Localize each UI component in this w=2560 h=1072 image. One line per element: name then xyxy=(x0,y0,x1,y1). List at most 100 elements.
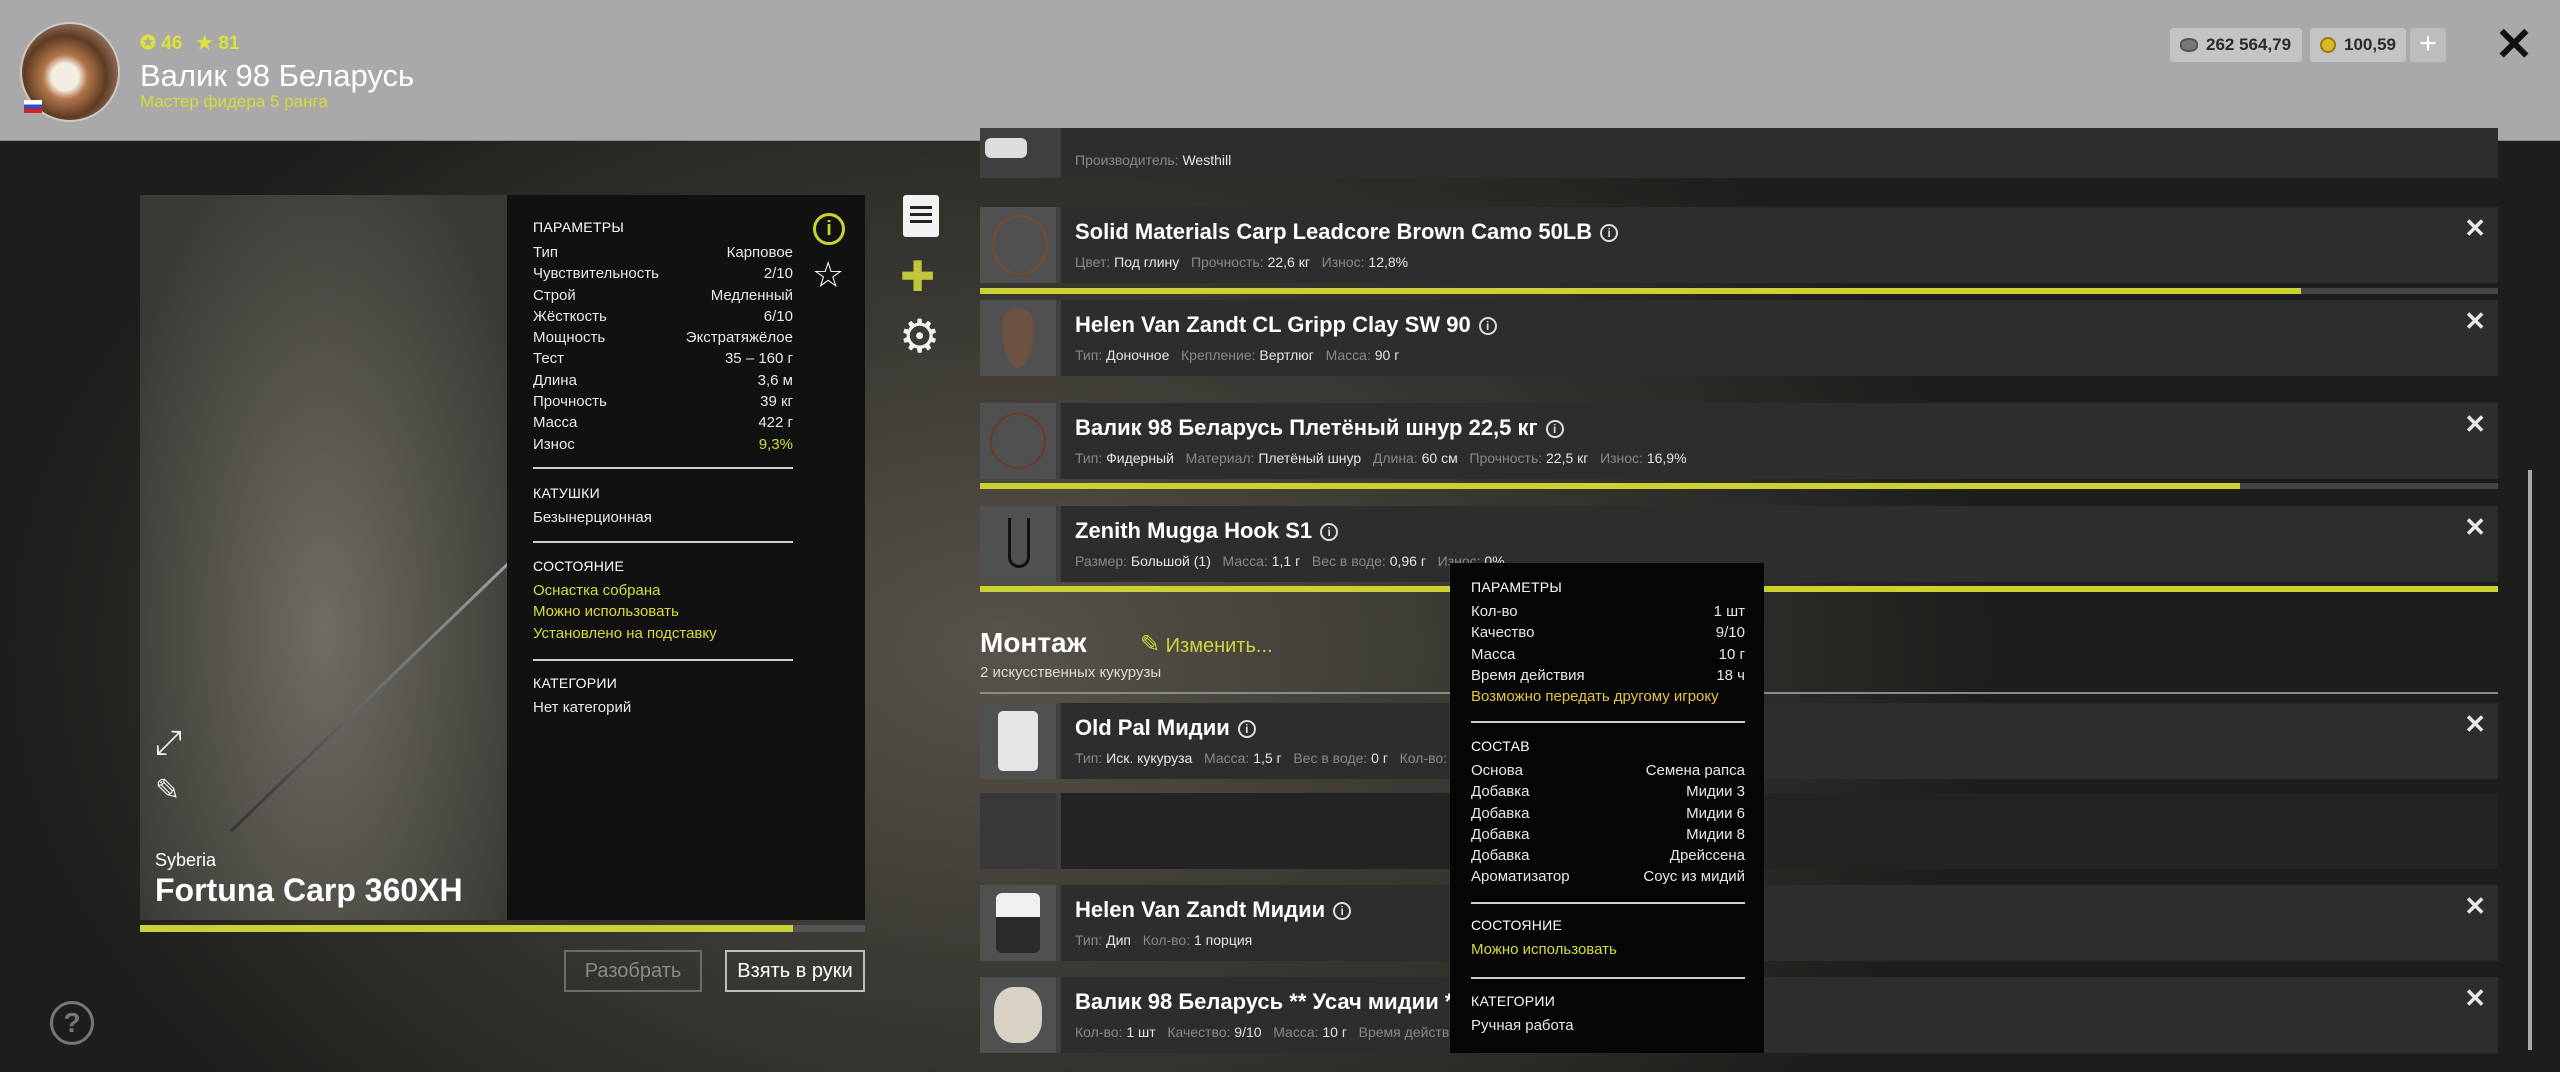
item-title-text: Helen Van Zandt Мидии xyxy=(1075,897,1326,922)
remove-icon[interactable]: ✕ xyxy=(2464,306,2486,337)
take-in-hands-button[interactable]: Взять в руки xyxy=(725,950,865,992)
param-row: Добавка Мидии 3 xyxy=(1471,781,1745,802)
description-icon[interactable] xyxy=(903,195,939,237)
level-icon: ✪ xyxy=(140,33,156,54)
info-icon[interactable]: i xyxy=(1333,902,1352,921)
tooltip-state-title: СОСТОЯНИЕ xyxy=(1471,917,1563,933)
item-thumbnail xyxy=(980,300,1056,376)
param-value: Медленный xyxy=(710,286,793,304)
empty-slot-body xyxy=(1061,793,2498,869)
info-key: Износ: xyxy=(1600,450,1643,466)
gold-value: 100,59 xyxy=(2344,35,2396,54)
item-thumbnail xyxy=(980,703,1056,779)
bait-tooltip: ПАРАМЕТРЫ Кол-во 1 шт Качество 9/10 Масса 10 … xyxy=(1450,563,1764,1053)
param-value: Мидии 3 xyxy=(1686,783,1745,801)
edit-icon: ✎ xyxy=(1140,631,1161,658)
remove-icon[interactable]: ✕ xyxy=(2464,983,2486,1014)
list-item[interactable]: Валик 98 Беларусь Плетёный шнур 22,5 кг i… xyxy=(980,403,2498,479)
info-icon[interactable]: i xyxy=(1545,420,1564,439)
add-currency-button[interactable]: + xyxy=(2410,28,2446,62)
remove-icon[interactable]: ✕ xyxy=(2464,891,2486,922)
list-item[interactable]: Производитель: Westhill xyxy=(980,128,2498,178)
item-title-text: Валик 98 Беларусь Плетёный шнур 22,5 кг xyxy=(1075,415,1538,440)
info-icon[interactable]: i xyxy=(1320,523,1339,542)
reel-image xyxy=(985,138,1027,158)
remove-icon[interactable]: ✕ xyxy=(2464,512,2486,543)
param-row: Добавка Мидии 6 xyxy=(1471,803,1745,824)
item-info: Тип: Дип Кол-во: 1 порция xyxy=(1075,932,1252,948)
item-info: Кол-во: 1 шт Качество: 9/10 Масса: 10 г … xyxy=(1075,1024,1449,1040)
info-value: 12,8% xyxy=(1368,254,1409,270)
info-key: Материал: xyxy=(1185,450,1255,466)
state-item: Оснастка собрана xyxy=(533,582,661,599)
brush-icon[interactable]: ✎ xyxy=(155,774,191,810)
disassemble-button[interactable]: Разобрать xyxy=(564,950,702,992)
item-title-text: Helen Van Zandt CL Gripp Clay SW 90 xyxy=(1075,312,1471,337)
param-row: Ароматизатор Соус из мидий xyxy=(1471,866,1745,887)
puzzle-icon[interactable]: ✚ xyxy=(900,256,942,298)
item-title-text: Zenith Mugga Hook S1 xyxy=(1075,518,1313,543)
info-icon[interactable]: i xyxy=(1237,720,1256,739)
divider xyxy=(533,541,793,543)
param-row: Длина 3,6 м xyxy=(533,370,793,391)
close-icon[interactable]: ✕ xyxy=(2494,21,2534,67)
list-item[interactable]: Helen Van Zandt CL Gripp Clay SW 90 i Тип… xyxy=(980,300,2498,376)
edit-montage-button[interactable]: ✎ Изменить... xyxy=(1140,630,1273,659)
info-value: 60 см xyxy=(1421,450,1458,466)
flag-icon xyxy=(24,100,42,113)
montage-title: Монтаж xyxy=(980,627,1087,658)
settings-gear-icon[interactable]: ⚙ xyxy=(899,313,943,359)
info-key: Масса: xyxy=(1273,1024,1319,1040)
divider xyxy=(1471,721,1745,723)
tooltip-state: Можно использовать xyxy=(1471,941,1617,958)
info-icon[interactable]: i xyxy=(1600,224,1619,243)
stars-badge: ★ 81 xyxy=(196,32,239,55)
param-row: Основа Семена рапса xyxy=(1471,760,1745,781)
gold-balance: 100,59 xyxy=(2310,28,2406,62)
param-row: Тест 35 – 160 г xyxy=(533,348,793,369)
favorite-star-icon[interactable]: ☆ xyxy=(812,257,844,293)
expand-icon[interactable]: ⤢ xyxy=(155,726,191,762)
player-name: Валик 98 Беларусь xyxy=(140,58,415,93)
info-key: Масса: xyxy=(1204,750,1250,766)
item-thumbnail xyxy=(980,207,1056,283)
param-key: Кол-во xyxy=(1471,603,1518,620)
item-thumbnail xyxy=(980,885,1056,961)
param-value: 39 кг xyxy=(760,393,793,411)
help-icon[interactable]: ? xyxy=(50,1001,94,1045)
item-thumbnail xyxy=(980,128,1056,178)
info-key: Крепление: xyxy=(1181,347,1256,363)
player-rank: Мастер фидера 5 ранга xyxy=(140,92,328,111)
info-value: Вертлюг xyxy=(1259,347,1314,363)
info-value: Плетёный шнур xyxy=(1258,450,1362,466)
param-key: Прочность xyxy=(533,393,607,411)
param-value: 10 г xyxy=(1718,645,1745,663)
divider xyxy=(533,659,793,661)
reels-value: Безынерционная xyxy=(533,509,652,526)
info-value: 1 порция xyxy=(1194,932,1253,948)
info-value: Большой (1) xyxy=(1130,553,1211,569)
param-key: Добавка xyxy=(1471,804,1530,822)
remove-icon[interactable]: ✕ xyxy=(2464,409,2486,440)
tooltip-params: Кол-во 1 шт Качество 9/10 Масса 10 г Время дей… xyxy=(1471,601,1745,686)
remove-icon[interactable]: ✕ xyxy=(2464,213,2486,244)
info-icon[interactable]: i xyxy=(813,213,845,245)
info-key: Кол-во: xyxy=(1075,1024,1123,1040)
scrollbar[interactable] xyxy=(2528,470,2532,1050)
empty-slot-thumb xyxy=(980,793,1056,869)
info-value: 1,1 г xyxy=(1271,553,1301,569)
info-value: 9/10 xyxy=(1234,1024,1262,1040)
remove-icon[interactable]: ✕ xyxy=(2464,709,2486,740)
param-value: 9/10 xyxy=(1715,624,1745,642)
param-row: Масса 422 г xyxy=(533,412,793,433)
info-key: Прочность: xyxy=(1190,254,1264,270)
param-value: 1 шт xyxy=(1713,603,1745,620)
param-value: Дрейссена xyxy=(1669,847,1745,865)
item-thumbnail xyxy=(980,506,1056,582)
list-item[interactable]: Solid Materials Carp Leadcore Brown Camo… xyxy=(980,207,2498,283)
info-key: Размер: xyxy=(1075,553,1128,569)
param-row: Строй Медленный xyxy=(533,285,793,306)
item-title-text: Валик 98 Беларусь ** Усач мидии ** xyxy=(1075,989,1462,1014)
info-icon[interactable]: i xyxy=(1478,317,1497,336)
param-key: Время действия xyxy=(1471,666,1585,684)
